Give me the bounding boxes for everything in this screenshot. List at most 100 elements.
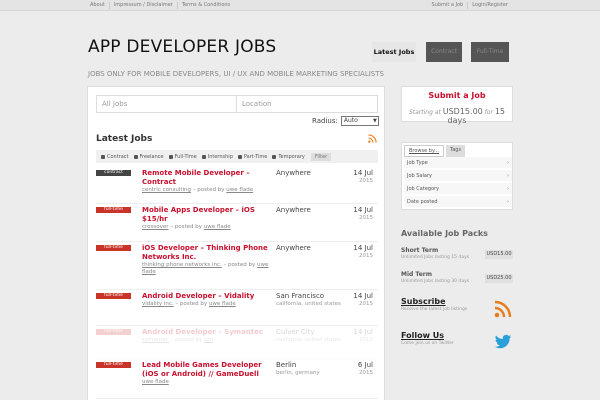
job-packs-heading: Available Job Packs bbox=[401, 229, 488, 238]
job-row[interactable]: full-time Android Developer – Vidality v… bbox=[96, 290, 378, 326]
chevron-right-icon: › bbox=[507, 186, 509, 192]
company-link[interactable]: crossover bbox=[142, 224, 169, 230]
job-title[interactable]: iOS Developer – Thinking Phone Networks … bbox=[142, 244, 272, 262]
browse-job-type[interactable]: Job Type › bbox=[404, 157, 512, 169]
filter-freelance[interactable]: Freelance bbox=[133, 154, 164, 160]
job-year: 2015 bbox=[359, 253, 373, 259]
pack-price-badge: USD25.00 bbox=[485, 274, 513, 283]
job-row[interactable]: contract Remote Mobile Developer – Contr… bbox=[96, 167, 378, 204]
company-link[interactable]: vidality inc. bbox=[142, 301, 174, 307]
subscribe-heading[interactable]: Subscribe bbox=[401, 297, 446, 306]
radius-control: Radius: Auto ▼ bbox=[312, 116, 379, 126]
job-location-detail: california, united states bbox=[276, 301, 341, 307]
poster-link[interactable]: uwe flade bbox=[204, 224, 231, 230]
filter-full-time[interactable]: Full-Time bbox=[168, 154, 197, 160]
checkbox-icon bbox=[168, 154, 173, 159]
submit-job-box[interactable]: Submit a Job Starting at USD15.00 for 15… bbox=[401, 86, 513, 125]
job-meta: vidality inc. – posted by uwe flade bbox=[142, 301, 236, 307]
checkbox-icon bbox=[101, 154, 105, 159]
job-date: 14 Jul bbox=[353, 328, 373, 336]
submit-job-link[interactable]: Submit a Job bbox=[428, 2, 469, 9]
follow-us-heading[interactable]: Follow Us bbox=[401, 331, 444, 340]
chevron-right-icon: › bbox=[507, 173, 509, 179]
browse-job-salary[interactable]: Job Salary › bbox=[404, 170, 512, 182]
poster-link[interactable]: uwe flade bbox=[226, 187, 253, 193]
job-title[interactable]: Lead Mobile Games Developer (iOS or Andr… bbox=[142, 361, 272, 379]
filter-contract[interactable]: Contract bbox=[101, 154, 129, 160]
submit-job-title[interactable]: Submit a Job bbox=[402, 91, 512, 100]
filter-part-time[interactable]: Part-Time bbox=[237, 154, 267, 160]
filter-temporary[interactable]: Temporary bbox=[272, 154, 305, 160]
keyword-input[interactable] bbox=[97, 96, 237, 112]
tab-tags[interactable]: Tags bbox=[445, 145, 466, 157]
job-pack-short-term[interactable]: Short Term Unlimited Jobs lasting 15 day… bbox=[401, 247, 513, 260]
job-meta: crossover – posted by uwe flade bbox=[142, 224, 231, 230]
poster-link[interactable]: uwe flade bbox=[142, 379, 169, 385]
tab-browse-by[interactable]: Browse by... bbox=[404, 145, 444, 157]
nav-contract[interactable]: Contract bbox=[426, 42, 462, 62]
filter-button[interactable]: Filter bbox=[310, 152, 332, 161]
twitter-icon[interactable] bbox=[494, 333, 512, 351]
company-link[interactable]: symantec bbox=[142, 337, 169, 343]
poster-link[interactable]: tim bbox=[204, 337, 213, 343]
browse-job-category[interactable]: Job Category › bbox=[404, 183, 512, 195]
browse-date-posted[interactable]: Date posted › bbox=[404, 196, 512, 208]
checkbox-icon bbox=[133, 154, 138, 159]
job-location: Culver City bbox=[276, 328, 315, 336]
job-row[interactable]: full-time iOS Developer – Thinking Phone… bbox=[96, 242, 378, 290]
job-row[interactable]: full-time Lead Mobile Games Developer (i… bbox=[96, 359, 378, 399]
nav-latest-jobs[interactable]: Latest Jobs bbox=[372, 42, 416, 62]
job-year: 2015 bbox=[359, 178, 373, 184]
job-location: Anywhere bbox=[276, 206, 311, 214]
login-register-link[interactable]: Login/Register bbox=[468, 2, 512, 9]
rss-icon[interactable] bbox=[368, 134, 377, 143]
job-location-detail: california, united states bbox=[276, 337, 341, 343]
browse-widget: Browse by... Tags Job Type › Job Salary › … bbox=[401, 142, 513, 210]
job-date: 14 Jul bbox=[353, 292, 373, 300]
job-title[interactable]: Remote Mobile Developer – Contract bbox=[142, 169, 272, 187]
job-row[interactable]: full-time Android Developer – Symantec s… bbox=[96, 326, 378, 359]
job-pack-mid-term[interactable]: Mid Term Unlimited Jobs lasting 30 days … bbox=[401, 271, 513, 284]
job-year: 2015 bbox=[359, 301, 373, 307]
radius-value: Auto bbox=[343, 117, 358, 124]
submit-job-price: Starting at USD15.00 for 15 days bbox=[408, 107, 506, 125]
job-title[interactable]: Android Developer – Vidality bbox=[142, 292, 272, 301]
job-type-badge: full-time bbox=[96, 329, 131, 335]
job-year: 2015 bbox=[359, 215, 373, 221]
site-title[interactable]: APP DEVELOPER JOBS bbox=[88, 37, 276, 57]
job-type-badge: contract bbox=[96, 170, 131, 176]
chevron-right-icon: › bbox=[507, 160, 509, 166]
subscribe-description: Receive the latest job listings bbox=[401, 307, 468, 312]
nav-full-time[interactable]: Full-Time bbox=[471, 42, 509, 62]
terms-link[interactable]: Terms & Conditions bbox=[178, 2, 234, 9]
job-title[interactable]: Android Developer – Symantec bbox=[142, 328, 272, 337]
search-bar bbox=[96, 95, 378, 113]
radius-select[interactable]: Auto ▼ bbox=[340, 116, 379, 126]
job-type-badge: full-time bbox=[96, 245, 131, 251]
top-bar: About Impressum / Disclaimer Terms & Con… bbox=[0, 0, 600, 11]
job-row[interactable]: full-time Mobile Apps Developer – iOS $1… bbox=[96, 204, 378, 242]
company-link[interactable]: thinking phone networks inc. bbox=[142, 262, 222, 268]
rss-feed-icon[interactable] bbox=[494, 300, 512, 318]
job-meta: uwe flade bbox=[142, 379, 272, 386]
location-input[interactable] bbox=[237, 96, 377, 112]
job-year: 2015 bbox=[359, 337, 373, 343]
job-date: 14 Jul bbox=[353, 169, 373, 177]
job-date: 14 Jul bbox=[353, 206, 373, 214]
filter-internship[interactable]: Internship bbox=[201, 154, 233, 160]
follow-us-description: Come join us on Twitter bbox=[401, 341, 454, 346]
chevron-right-icon: › bbox=[507, 199, 509, 205]
job-title[interactable]: Mobile Apps Developer – iOS $15/hr bbox=[142, 206, 272, 224]
site-tagline: JOBS ONLY FOR MOBILE DEVELOPERS, UI / UX… bbox=[88, 70, 384, 78]
radius-label: Radius: bbox=[312, 117, 338, 125]
job-meta: centric consulting – posted by uwe flade bbox=[142, 187, 254, 193]
impressum-link[interactable]: Impressum / Disclaimer bbox=[110, 2, 178, 9]
job-location: Berlin bbox=[276, 361, 297, 369]
job-listing-panel: Radius: Auto ▼ Latest Jobs Contract Free… bbox=[87, 86, 385, 400]
poster-link[interactable]: uwe flade bbox=[209, 301, 236, 307]
job-date: 6 Jul bbox=[357, 361, 373, 369]
about-link[interactable]: About bbox=[86, 2, 110, 9]
job-year: 2015 bbox=[359, 370, 373, 376]
company-link[interactable]: centric consulting bbox=[142, 187, 191, 193]
job-location: Anywhere bbox=[276, 244, 311, 252]
